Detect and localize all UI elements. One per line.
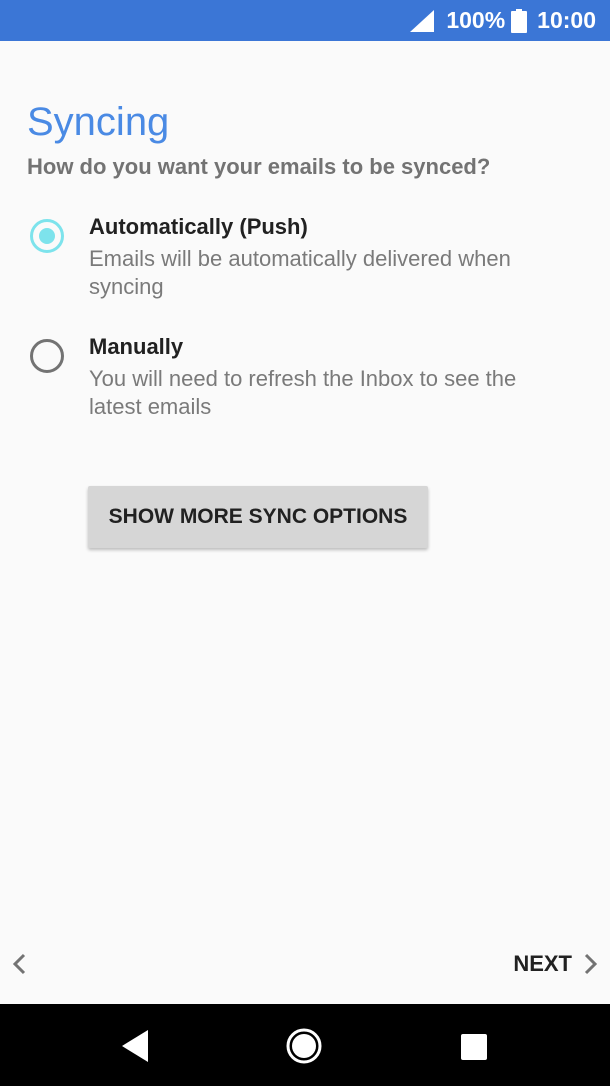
signal-icon [410,9,435,32]
next-button[interactable]: NEXT [513,948,598,980]
chevron-right-icon [584,953,598,975]
square-recent-icon[interactable] [461,1034,487,1060]
status-bar: 100% 10:00 [0,0,610,41]
circle-home-icon[interactable] [285,1027,323,1065]
show-more-sync-options-button[interactable]: SHOW MORE SYNC OPTIONS [88,486,428,548]
page-subtitle: How do you want your emails to be synced… [27,154,491,179]
battery-icon [511,8,528,33]
option-label-automatic: Automatically (Push) [89,214,308,239]
system-nav-bar [0,1004,610,1086]
clock: 10:00 [537,7,596,33]
radio-automatic[interactable] [30,219,64,253]
triangle-back-icon[interactable] [120,1028,152,1064]
option-desc-automatic: Emails will be automatically delivered w… [89,246,511,299]
page-title: Syncing [27,100,170,144]
radio-selected-dot [39,228,55,244]
option-desc-manual: You will need to refresh the Inbox to se… [89,366,517,419]
radio-manual[interactable] [30,339,64,373]
battery-percent: 100% [446,7,506,33]
option-label-manual: Manually [89,334,184,359]
next-label: NEXT [513,951,572,976]
chevron-left-icon[interactable] [10,952,30,976]
